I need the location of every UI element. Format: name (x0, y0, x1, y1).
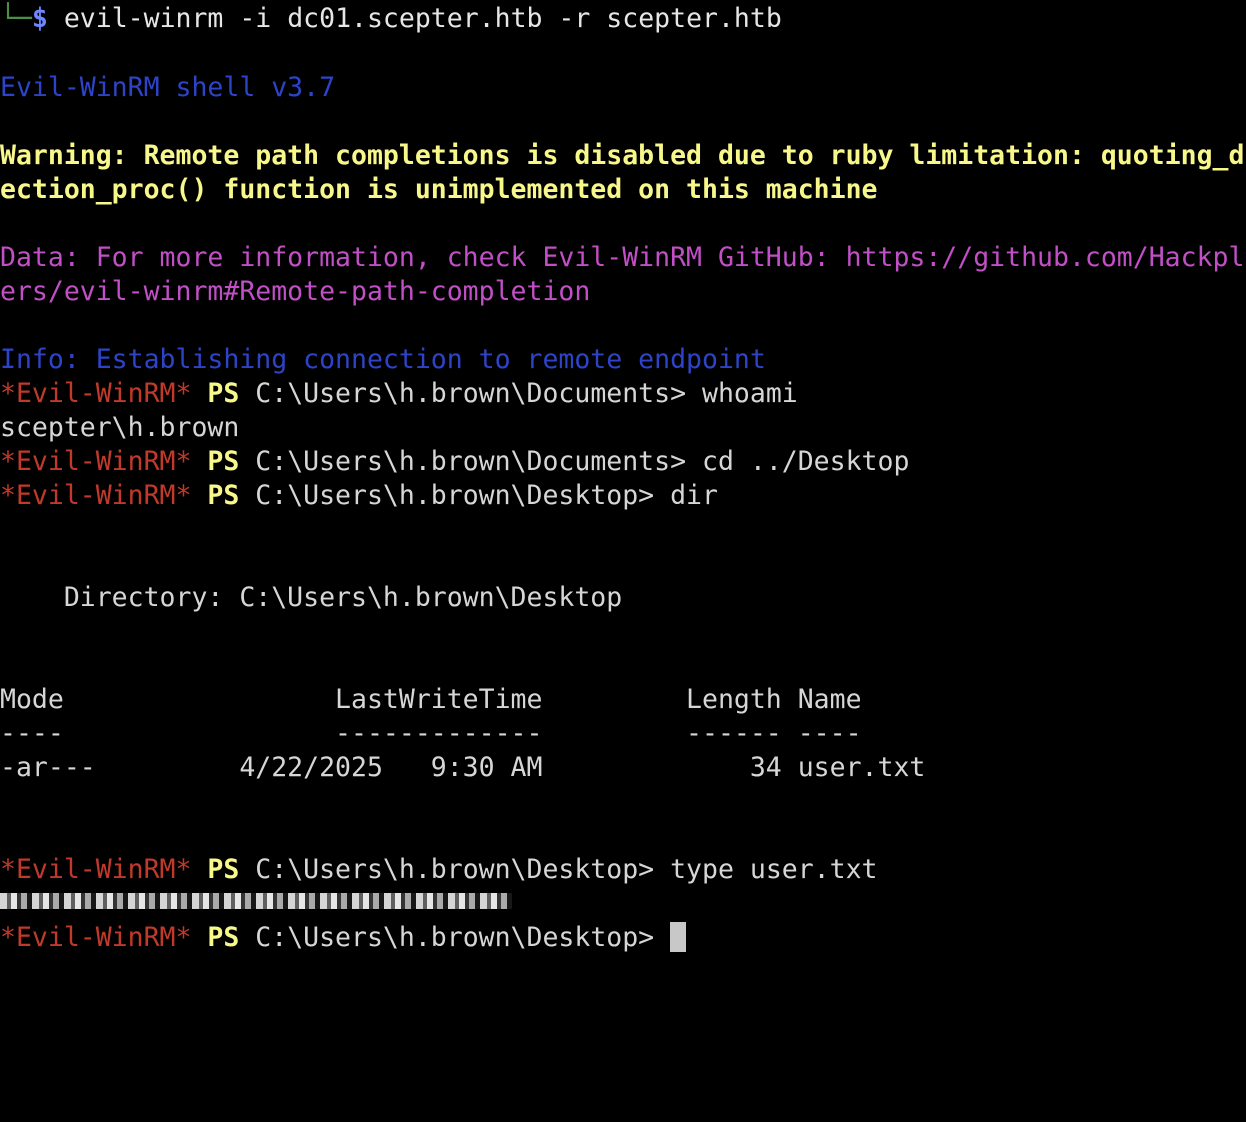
redacted-flag-output (0, 887, 512, 921)
data-line-1: Data: For more information, check Evil-W… (0, 242, 1245, 273)
command-line: └─$ evil-winrm -i dc01.scepter.htb -r sc… (0, 2, 782, 36)
prompt-path-command: C:\Users\h.brown\Desktop> dir (239, 480, 718, 511)
command-text: evil-winrm -i dc01.scepter.htb -r scepte… (47, 3, 782, 34)
ps-label: PS (191, 854, 240, 885)
data-line-2: ers/evil-winrm#Remote-path-completion (0, 276, 591, 307)
prompt-path: C:\Users\h.brown\Desktop> (239, 922, 671, 953)
terminal-window[interactable]: └─$ evil-winrm -i dc01.scepter.htb -r sc… (0, 0, 1246, 953)
shell-name: *Evil-WinRM* (0, 922, 192, 953)
prompt-type: *Evil-WinRM* PS C:\Users\h.brown\Desktop… (0, 853, 878, 887)
terminal-cursor[interactable] (670, 922, 687, 952)
prompt-path-command: C:\Users\h.brown\Desktop> type user.txt (239, 854, 878, 885)
prompt-path-command: C:\Users\h.brown\Documents> cd ../Deskto… (239, 446, 910, 477)
prompt-dir: *Evil-WinRM* PS C:\Users\h.brown\Desktop… (0, 479, 718, 513)
ps-label: PS (191, 446, 240, 477)
prompt-cd: *Evil-WinRM* PS C:\Users\h.brown\Documen… (0, 445, 909, 479)
banner-line: Evil-WinRM shell v3.7 (0, 72, 336, 103)
shell-name: *Evil-WinRM* (0, 854, 192, 885)
table-header: Mode LastWriteTime Length Name (0, 684, 862, 715)
shell-name: *Evil-WinRM* (0, 446, 192, 477)
warning-line-2: ection_proc() function is unimplemented … (0, 174, 878, 205)
prompt-dollar: $ (31, 3, 48, 34)
ps-label: PS (191, 922, 240, 953)
ps-label: PS (191, 480, 240, 511)
directory-header: Directory: C:\Users\h.brown\Desktop (0, 582, 623, 613)
warning-line-1: Warning: Remote path completions is disa… (0, 140, 1245, 171)
table-row: -ar--- 4/22/2025 9:30 AM 34 user.txt (0, 752, 926, 783)
redacted-block (0, 893, 512, 909)
ps-label: PS (191, 378, 240, 409)
prompt-whoami: *Evil-WinRM* PS C:\Users\h.brown\Documen… (0, 377, 798, 411)
prompt-corner-icon: └─ (0, 3, 32, 34)
info-line: Info: Establishing connection to remote … (0, 344, 766, 375)
table-separator: ---- ------------- ------ ---- (0, 718, 862, 749)
whoami-output: scepter\h.brown (0, 412, 240, 443)
shell-name: *Evil-WinRM* (0, 378, 192, 409)
prompt-path-command: C:\Users\h.brown\Documents> whoami (239, 378, 798, 409)
shell-name: *Evil-WinRM* (0, 480, 192, 511)
